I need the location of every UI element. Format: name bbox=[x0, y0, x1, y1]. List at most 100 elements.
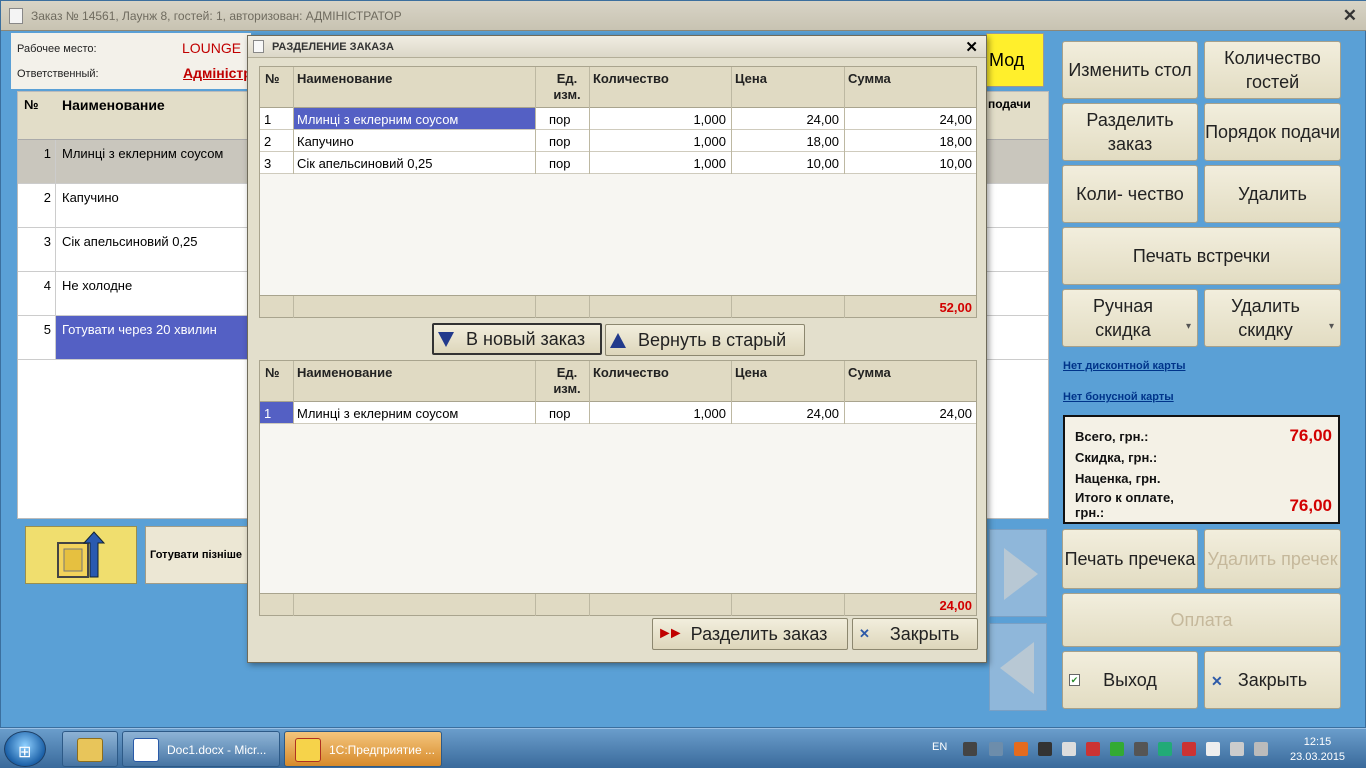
cell-unit: пор bbox=[549, 112, 571, 127]
change-table-button[interactable]: Изменить стол bbox=[1062, 41, 1198, 99]
row-num: 2 bbox=[18, 184, 56, 227]
tray-icon[interactable] bbox=[1038, 742, 1052, 756]
delete-button[interactable]: Удалить bbox=[1204, 165, 1341, 223]
clock[interactable]: 12:15 23.03.2015 bbox=[1290, 735, 1345, 765]
onec-taskbar-button[interactable]: 1С:Предприятие ... bbox=[284, 731, 442, 767]
scroll-left-button[interactable] bbox=[989, 623, 1047, 711]
network-icon[interactable] bbox=[1230, 742, 1244, 756]
taskbar: ⊞ Doc1.docx - Micr... 1С:Предприятие ...… bbox=[0, 728, 1366, 768]
grid-divider bbox=[844, 594, 845, 616]
quantity-button[interactable]: Коли- чество bbox=[1062, 165, 1198, 223]
col-num: № bbox=[265, 71, 280, 86]
dialog-close-button[interactable]: ✕ Закрыть bbox=[852, 618, 978, 650]
tray-icon[interactable] bbox=[1134, 742, 1148, 756]
row-num: 4 bbox=[18, 272, 56, 315]
guest-count-button[interactable]: Количество гостей bbox=[1204, 41, 1341, 99]
grid-row-selected[interactable]: 1 Млинці з еклерним соусом пор 1,000 24,… bbox=[260, 108, 976, 130]
grid-divider bbox=[535, 361, 536, 424]
printer-icon[interactable] bbox=[963, 742, 977, 756]
onec-app-icon bbox=[295, 738, 321, 762]
arrow-up-icon bbox=[610, 332, 626, 348]
col-unit: Ед. изм. bbox=[553, 71, 581, 102]
row-name: Сік апельсиновий 0,25 bbox=[62, 234, 198, 249]
col-serving-header: подачи bbox=[988, 97, 1031, 111]
grid-footer: 24,00 bbox=[260, 593, 976, 616]
volume-icon[interactable] bbox=[1254, 742, 1268, 756]
upper-total: 52,00 bbox=[939, 300, 972, 315]
col-name: Наименование bbox=[297, 365, 393, 380]
grid-row-selected[interactable]: 1 Млинці з еклерним соусом пор 1,000 24,… bbox=[260, 402, 976, 424]
move-up-button[interactable] bbox=[25, 526, 137, 584]
col-price: Цена bbox=[735, 365, 767, 380]
col-price: Цена bbox=[735, 71, 767, 86]
print-precheck-button[interactable]: Печать пречека bbox=[1062, 529, 1198, 589]
responsible-label: Ответственный: bbox=[17, 68, 99, 80]
clock-date: 23.03.2015 bbox=[1290, 751, 1346, 763]
split-order-submit-label: Разделить заказ bbox=[690, 623, 828, 644]
manual-discount-button[interactable]: Ручная скидка ▾ bbox=[1062, 289, 1198, 347]
row-name: Млинці з еклерним соусом bbox=[62, 146, 224, 161]
grid-divider bbox=[535, 594, 536, 616]
bonus-card-link[interactable]: Нет бонусной карты bbox=[1063, 391, 1174, 403]
split-order-button[interactable]: Разделить заказ bbox=[1062, 103, 1198, 161]
grid-divider bbox=[844, 361, 845, 424]
split-order-submit-button[interactable]: ►► Разделить заказ bbox=[652, 618, 848, 650]
grid-divider bbox=[844, 67, 845, 174]
network-share-icon[interactable] bbox=[989, 742, 1003, 756]
chevron-down-icon: ▾ bbox=[1185, 321, 1191, 332]
dialog-title-bar: РАЗДЕЛЕНИЕ ЗАКАЗА ✕ bbox=[248, 36, 986, 58]
grid-divider bbox=[589, 361, 590, 424]
return-to-old-button[interactable]: Вернуть в старый bbox=[605, 324, 805, 356]
tray-icon[interactable] bbox=[1086, 742, 1100, 756]
col-num-header: № bbox=[24, 97, 39, 112]
window-title: Заказ № 14561, Лаунж 8, гостей: 1, автор… bbox=[31, 9, 402, 23]
close-order-button[interactable]: ✕ Закрыть bbox=[1204, 651, 1341, 709]
grid-divider bbox=[535, 296, 536, 318]
tray-icon[interactable] bbox=[1062, 742, 1076, 756]
exit-button[interactable]: ✔ Выход bbox=[1062, 651, 1198, 709]
start-button[interactable]: ⊞ bbox=[4, 731, 46, 767]
tray-icon[interactable] bbox=[1110, 742, 1124, 756]
word-taskbar-button[interactable]: Doc1.docx - Micr... bbox=[122, 731, 280, 767]
cell-price: 10,00 bbox=[806, 156, 839, 171]
to-pay-label: Итого к оплате, грн.: bbox=[1075, 490, 1174, 520]
delete-precheck-button[interactable]: Удалить пречек bbox=[1204, 529, 1341, 589]
dialog-close-icon[interactable]: ✕ bbox=[965, 38, 978, 56]
grid-row[interactable]: 3 Сік апельсиновий 0,25 пор 1,000 10,00 … bbox=[260, 152, 976, 174]
payment-button[interactable]: Оплата bbox=[1062, 593, 1341, 647]
print-meeting-button[interactable]: Печать встречки bbox=[1062, 227, 1341, 285]
col-num: № bbox=[265, 365, 280, 380]
discount-card-link[interactable]: Нет дисконтной карты bbox=[1063, 360, 1186, 372]
close-icon: ✕ bbox=[859, 626, 870, 641]
total-value: 76,00 bbox=[1289, 426, 1332, 445]
exit-label: Выход bbox=[1103, 670, 1157, 690]
to-new-order-button[interactable]: В новый заказ bbox=[432, 323, 602, 355]
row-name: Готувати через 20 хвилин bbox=[62, 322, 217, 337]
arrow-right-icon bbox=[1004, 548, 1038, 600]
remove-discount-button[interactable]: Удалить скидку ▾ bbox=[1204, 289, 1341, 347]
checkmark-icon: ✔ bbox=[1069, 674, 1080, 686]
app-tray-icon[interactable] bbox=[1014, 742, 1028, 756]
cell-qty: 1,000 bbox=[693, 134, 726, 149]
cell-qty: 1,000 bbox=[693, 112, 726, 127]
explorer-taskbar-button[interactable] bbox=[62, 731, 118, 767]
info-area: Рабочее место: LOUNGE Ответственный: Адм… bbox=[11, 33, 266, 89]
tray-icon[interactable] bbox=[1158, 742, 1172, 756]
col-name: Наименование bbox=[297, 71, 393, 86]
modifier-button[interactable]: Мод bbox=[986, 33, 1044, 87]
dialog-title: РАЗДЕЛЕНИЕ ЗАКАЗА bbox=[272, 41, 395, 53]
tray-icon[interactable] bbox=[1206, 742, 1220, 756]
folder-icon bbox=[77, 738, 103, 762]
cell-sum: 24,00 bbox=[939, 406, 972, 421]
language-indicator[interactable]: EN bbox=[932, 741, 947, 753]
arrow-down-icon bbox=[438, 331, 454, 347]
row-name: Не холодне bbox=[62, 278, 133, 293]
cell-name: Капучино bbox=[297, 134, 354, 149]
tray-icon[interactable] bbox=[1182, 742, 1196, 756]
grid-row[interactable]: 2 Капучино пор 1,000 18,00 18,00 bbox=[260, 130, 976, 152]
scroll-right-button[interactable] bbox=[989, 529, 1047, 617]
prepare-later-button[interactable]: Готувати пізніше bbox=[145, 526, 253, 584]
window-close-icon[interactable]: ✕ bbox=[1343, 6, 1357, 26]
word-task-label: Doc1.docx - Micr... bbox=[167, 743, 267, 757]
serving-order-button[interactable]: Порядок подачи bbox=[1204, 103, 1341, 161]
